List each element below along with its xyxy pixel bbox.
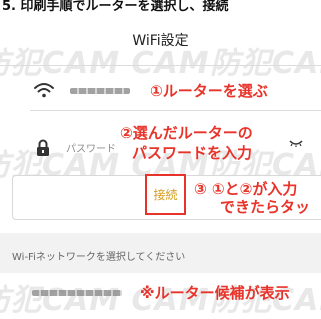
connect-button-label: 接続	[153, 188, 178, 202]
screen-title: WiFi設定	[132, 33, 189, 49]
annotation-router-candidates: ※ルーター候補が表示	[140, 284, 290, 302]
eye-closed-icon[interactable]	[289, 139, 303, 147]
instruction-heading: 5. 印刷手順でルーターを選択し、接続	[2, 0, 229, 14]
instruction-heading-strip: 5. 印刷手順でルーターを選択し、接続	[0, 0, 321, 14]
annotation-select-router: ①ルーターを選ぶ	[150, 82, 268, 100]
wifi-icon	[34, 83, 54, 98]
password-label: パスワード	[66, 144, 116, 155]
row-divider	[30, 110, 321, 111]
network-list-label: Wi-Fiネットワークを選択してください	[12, 252, 186, 263]
ssid-masked	[70, 88, 130, 94]
connect-button[interactable]: 接続	[145, 174, 186, 215]
lock-icon	[37, 139, 49, 156]
annotation-password-line2: パスワードを入力	[132, 144, 253, 162]
title-divider	[0, 65, 321, 66]
annotation-connect-line2: できたらタッ	[220, 198, 311, 216]
ssid-masked	[32, 290, 122, 296]
annotation-password-line1: ②選んだルーターの	[120, 124, 253, 142]
